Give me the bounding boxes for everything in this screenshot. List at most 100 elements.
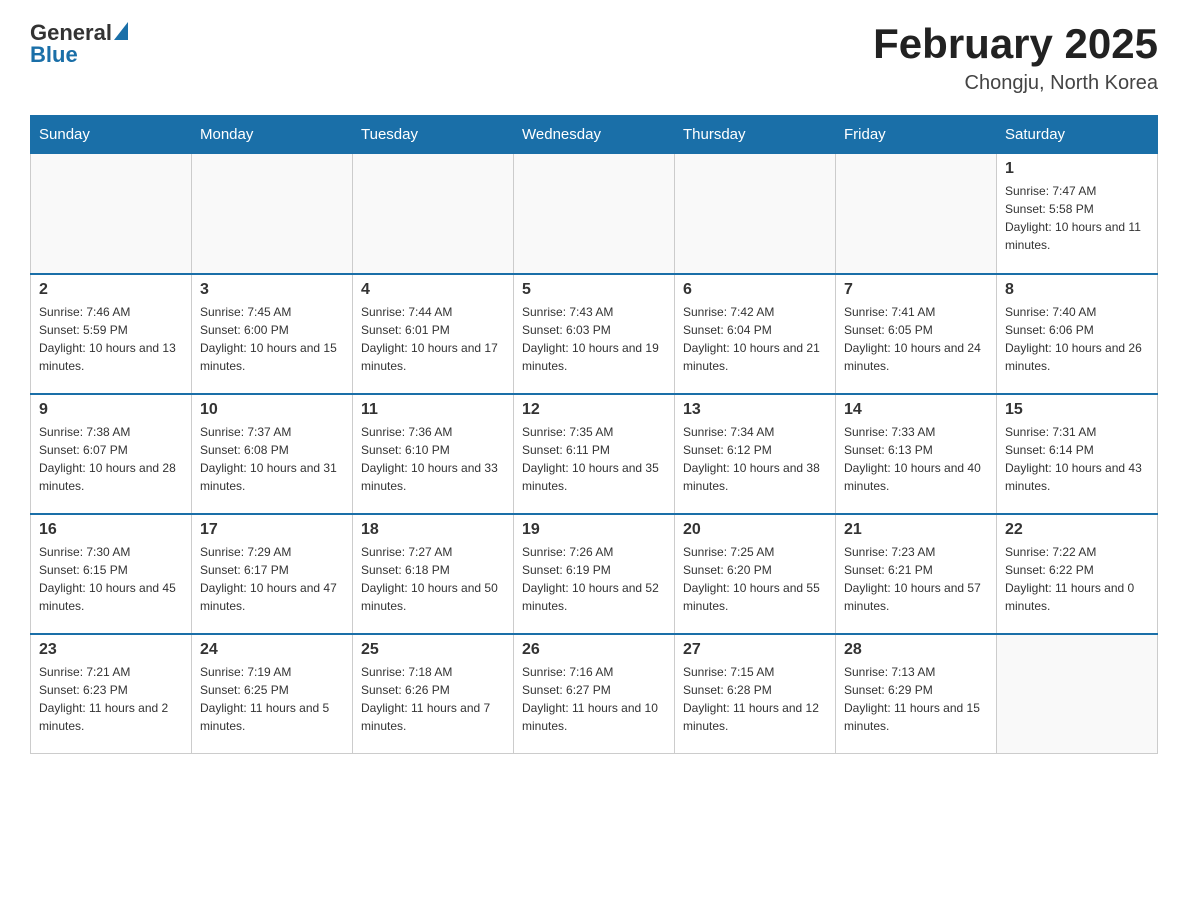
calendar-cell: 17Sunrise: 7:29 AM Sunset: 6:17 PM Dayli… bbox=[192, 514, 353, 634]
calendar-week-row: 9Sunrise: 7:38 AM Sunset: 6:07 PM Daylig… bbox=[31, 394, 1158, 514]
day-info: Sunrise: 7:13 AM Sunset: 6:29 PM Dayligh… bbox=[844, 663, 988, 735]
calendar-cell: 19 Sunrise: 7:26 AM Sunset: 6:19 PM Dayli… bbox=[514, 514, 675, 634]
calendar-cell: 3Sunrise: 7:45 AM Sunset: 6:00 PM Daylig… bbox=[192, 274, 353, 394]
day-info: Sunrise: 7:16 AM Sunset: 6:27 PM Dayligh… bbox=[522, 663, 666, 735]
calendar-cell: 11 Sunrise: 7:36 AM Sunset: 6:10 PM Dayli… bbox=[353, 394, 514, 514]
day-number: 4 bbox=[361, 281, 505, 299]
calendar-cell: 1 Sunrise: 7:47 AM Sunset: 5:58 PM Daylig… bbox=[997, 154, 1158, 274]
calendar-cell bbox=[514, 154, 675, 274]
logo-triangle-icon bbox=[114, 22, 128, 40]
calendar-cell bbox=[31, 154, 192, 274]
day-number: 19 bbox=[522, 521, 666, 539]
day-info: Sunrise: 7:40 AM Sunset: 6:06 PM Dayligh… bbox=[1005, 303, 1149, 375]
calendar-cell: 28 Sunrise: 7:13 AM Sunset: 6:29 PM Dayli… bbox=[836, 634, 997, 754]
day-number: 5 bbox=[522, 281, 666, 299]
day-info: Sunrise: 7:23 AM Sunset: 6:21 PM Dayligh… bbox=[844, 543, 988, 615]
calendar-cell: 26 Sunrise: 7:16 AM Sunset: 6:27 PM Dayli… bbox=[514, 634, 675, 754]
day-number: 27 bbox=[683, 641, 827, 659]
day-info: Sunrise: 7:36 AM Sunset: 6:10 PM Dayligh… bbox=[361, 423, 505, 495]
day-number: 20 bbox=[683, 521, 827, 539]
day-number: 22 bbox=[1005, 521, 1149, 539]
day-info: Sunrise: 7:26 AM Sunset: 6:19 PM Dayligh… bbox=[522, 543, 666, 615]
calendar-cell: 18 Sunrise: 7:27 AM Sunset: 6:18 PM Dayli… bbox=[353, 514, 514, 634]
calendar-cell: 16 Sunrise: 7:30 AM Sunset: 6:15 PM Dayli… bbox=[31, 514, 192, 634]
day-info: Sunrise: 7:25 AM Sunset: 6:20 PM Dayligh… bbox=[683, 543, 827, 615]
calendar-cell: 5Sunrise: 7:43 AM Sunset: 6:03 PM Daylig… bbox=[514, 274, 675, 394]
header-monday: Monday bbox=[192, 116, 353, 154]
day-info: Sunrise: 7:22 AM Sunset: 6:22 PM Dayligh… bbox=[1005, 543, 1149, 615]
header-thursday: Thursday bbox=[675, 116, 836, 154]
day-info: Sunrise: 7:18 AM Sunset: 6:26 PM Dayligh… bbox=[361, 663, 505, 735]
header-friday: Friday bbox=[836, 116, 997, 154]
day-number: 12 bbox=[522, 401, 666, 419]
day-number: 16 bbox=[39, 521, 183, 539]
day-number: 15 bbox=[1005, 401, 1149, 419]
day-number: 7 bbox=[844, 281, 988, 299]
header-tuesday: Tuesday bbox=[353, 116, 514, 154]
calendar-cell bbox=[997, 634, 1158, 754]
calendar-cell: 9Sunrise: 7:38 AM Sunset: 6:07 PM Daylig… bbox=[31, 394, 192, 514]
calendar-cell: 25 Sunrise: 7:18 AM Sunset: 6:26 PM Dayli… bbox=[353, 634, 514, 754]
day-info: Sunrise: 7:21 AM Sunset: 6:23 PM Dayligh… bbox=[39, 663, 183, 735]
day-info: Sunrise: 7:47 AM Sunset: 5:58 PM Dayligh… bbox=[1005, 182, 1149, 254]
day-info: Sunrise: 7:44 AM Sunset: 6:01 PM Dayligh… bbox=[361, 303, 505, 375]
calendar-cell: 13Sunrise: 7:34 AM Sunset: 6:12 PM Dayli… bbox=[675, 394, 836, 514]
day-info: Sunrise: 7:42 AM Sunset: 6:04 PM Dayligh… bbox=[683, 303, 827, 375]
calendar-cell: 21 Sunrise: 7:23 AM Sunset: 6:21 PM Dayli… bbox=[836, 514, 997, 634]
day-info: Sunrise: 7:27 AM Sunset: 6:18 PM Dayligh… bbox=[361, 543, 505, 615]
day-number: 28 bbox=[844, 641, 988, 659]
day-number: 14 bbox=[844, 401, 988, 419]
day-number: 10 bbox=[200, 401, 344, 419]
day-info: Sunrise: 7:31 AM Sunset: 6:14 PM Dayligh… bbox=[1005, 423, 1149, 495]
calendar-table: SundayMondayTuesdayWednesdayThursdayFrid… bbox=[30, 115, 1158, 754]
page-subtitle: Chongju, North Korea bbox=[873, 72, 1158, 95]
day-number: 9 bbox=[39, 401, 183, 419]
page-header: General Blue February 2025 Chongju, Nort… bbox=[30, 20, 1158, 95]
day-number: 26 bbox=[522, 641, 666, 659]
logo: General Blue bbox=[30, 20, 128, 68]
day-number: 18 bbox=[361, 521, 505, 539]
calendar-cell bbox=[353, 154, 514, 274]
calendar-cell: 6 Sunrise: 7:42 AM Sunset: 6:04 PM Daylig… bbox=[675, 274, 836, 394]
day-number: 6 bbox=[683, 281, 827, 299]
calendar-cell bbox=[836, 154, 997, 274]
day-info: Sunrise: 7:37 AM Sunset: 6:08 PM Dayligh… bbox=[200, 423, 344, 495]
calendar-cell: 15 Sunrise: 7:31 AM Sunset: 6:14 PM Dayli… bbox=[997, 394, 1158, 514]
calendar-cell bbox=[675, 154, 836, 274]
calendar-cell: 27 Sunrise: 7:15 AM Sunset: 6:28 PM Dayli… bbox=[675, 634, 836, 754]
day-number: 13 bbox=[683, 401, 827, 419]
day-number: 3 bbox=[200, 281, 344, 299]
calendar-cell: 22 Sunrise: 7:22 AM Sunset: 6:22 PM Dayli… bbox=[997, 514, 1158, 634]
day-number: 1 bbox=[1005, 160, 1149, 178]
day-number: 11 bbox=[361, 401, 505, 419]
calendar-cell: 23 Sunrise: 7:21 AM Sunset: 6:23 PM Dayli… bbox=[31, 634, 192, 754]
day-number: 21 bbox=[844, 521, 988, 539]
calendar-cell: 7Sunrise: 7:41 AM Sunset: 6:05 PM Daylig… bbox=[836, 274, 997, 394]
logo-blue-text: Blue bbox=[30, 42, 78, 68]
day-info: Sunrise: 7:30 AM Sunset: 6:15 PM Dayligh… bbox=[39, 543, 183, 615]
day-info: Sunrise: 7:15 AM Sunset: 6:28 PM Dayligh… bbox=[683, 663, 827, 735]
calendar-cell: 2Sunrise: 7:46 AM Sunset: 5:59 PM Daylig… bbox=[31, 274, 192, 394]
day-number: 23 bbox=[39, 641, 183, 659]
header-sunday: Sunday bbox=[31, 116, 192, 154]
header-saturday: Saturday bbox=[997, 116, 1158, 154]
day-number: 24 bbox=[200, 641, 344, 659]
calendar-week-row: 23 Sunrise: 7:21 AM Sunset: 6:23 PM Dayli… bbox=[31, 634, 1158, 754]
calendar-header-row: SundayMondayTuesdayWednesdayThursdayFrid… bbox=[31, 116, 1158, 154]
calendar-cell: 10 Sunrise: 7:37 AM Sunset: 6:08 PM Dayli… bbox=[192, 394, 353, 514]
calendar-cell bbox=[192, 154, 353, 274]
day-number: 17 bbox=[200, 521, 344, 539]
calendar-week-row: 16 Sunrise: 7:30 AM Sunset: 6:15 PM Dayli… bbox=[31, 514, 1158, 634]
calendar-cell: 4 Sunrise: 7:44 AM Sunset: 6:01 PM Daylig… bbox=[353, 274, 514, 394]
day-number: 25 bbox=[361, 641, 505, 659]
day-number: 8 bbox=[1005, 281, 1149, 299]
day-info: Sunrise: 7:33 AM Sunset: 6:13 PM Dayligh… bbox=[844, 423, 988, 495]
calendar-week-row: 1 Sunrise: 7:47 AM Sunset: 5:58 PM Daylig… bbox=[31, 154, 1158, 274]
day-info: Sunrise: 7:19 AM Sunset: 6:25 PM Dayligh… bbox=[200, 663, 344, 735]
calendar-cell: 24 Sunrise: 7:19 AM Sunset: 6:25 PM Dayli… bbox=[192, 634, 353, 754]
day-number: 2 bbox=[39, 281, 183, 299]
calendar-week-row: 2Sunrise: 7:46 AM Sunset: 5:59 PM Daylig… bbox=[31, 274, 1158, 394]
day-info: Sunrise: 7:35 AM Sunset: 6:11 PM Dayligh… bbox=[522, 423, 666, 495]
title-section: February 2025 Chongju, North Korea bbox=[873, 20, 1158, 95]
calendar-cell: 14 Sunrise: 7:33 AM Sunset: 6:13 PM Dayli… bbox=[836, 394, 997, 514]
